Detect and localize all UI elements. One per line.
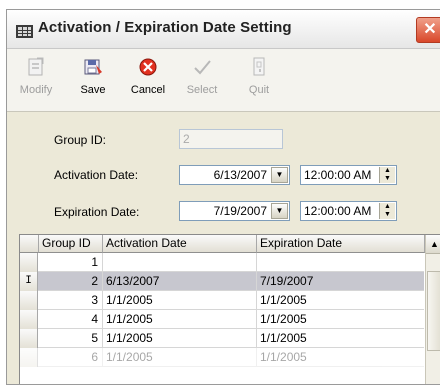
expiration-date-cell — [257, 253, 424, 271]
activation-date-cell: 1/1/2005 — [103, 291, 257, 309]
modify-label: Modify — [19, 84, 53, 96]
spin-up-icon[interactable]: ▲ — [380, 167, 395, 175]
window-title: Activation / Expiration Date Setting — [38, 19, 292, 36]
activation-time-field[interactable]: 12:00:00 AM ▲ ▼ — [300, 165, 397, 185]
spin-up-icon[interactable]: ▲ — [380, 203, 395, 211]
group-id-cell: 5 — [39, 329, 103, 347]
expiration-time-spinner[interactable]: ▲ ▼ — [379, 203, 395, 219]
group-id-field[interactable]: 2 — [179, 129, 283, 149]
vertical-scrollbar[interactable]: ▲ — [425, 235, 440, 384]
grid-corner — [20, 235, 39, 253]
expiration-time-value: 12:00:00 AM — [304, 204, 372, 218]
scroll-up-icon[interactable]: ▲ — [426, 235, 440, 254]
group-id-cell: 1 — [39, 253, 103, 271]
save-button[interactable]: Save — [70, 56, 116, 108]
row-header[interactable] — [20, 253, 38, 272]
table-row[interactable]: 5 1/1/2005 1/1/2005 — [20, 329, 424, 348]
expiration-date-cell: 7/19/2007 — [260, 274, 314, 288]
activation-date-cell: 1/1/2005 — [103, 329, 257, 347]
activation-date-label: Activation Date: — [54, 168, 139, 182]
group-id-cell: 4 — [39, 310, 103, 328]
expiration-date-cell: 1/1/2005 — [260, 293, 307, 307]
expiration-time-field[interactable]: 12:00:00 AM ▲ ▼ — [300, 201, 397, 221]
column-header-expiration-date[interactable]: Expiration Date — [257, 235, 425, 253]
table-row[interactable]: 1 — [20, 253, 424, 272]
modify-button[interactable]: Modify — [13, 56, 59, 108]
activation-date-cell — [103, 253, 257, 271]
expiration-date-value: 7/19/2007 — [213, 204, 267, 218]
activation-date-picker[interactable]: 6/13/2007 ▼ — [179, 165, 290, 185]
row-header[interactable] — [20, 291, 38, 310]
activation-time-value: 12:00:00 AM — [304, 168, 372, 182]
activation-date-value: 6/13/2007 — [213, 168, 267, 182]
group-id-cell: 6 — [39, 348, 103, 366]
row-header[interactable] — [20, 310, 38, 329]
quit-label: Quit — [248, 84, 270, 96]
column-header-activation-date[interactable]: Activation Date — [103, 235, 257, 253]
checkmark-icon — [194, 60, 211, 75]
expiration-date-cell: 1/1/2005 — [260, 331, 307, 345]
expiration-date-cell: 1/1/2005 — [260, 350, 307, 364]
row-header[interactable] — [20, 329, 38, 348]
column-header-group-id[interactable]: Group ID — [39, 235, 103, 253]
chevron-down-icon[interactable]: ▼ — [271, 167, 288, 183]
activation-time-spinner[interactable]: ▲ ▼ — [379, 167, 395, 183]
activation-date-cell: 1/1/2005 — [103, 310, 257, 328]
expiration-date-label: Expiration Date: — [54, 205, 140, 219]
expiration-date-picker[interactable]: 7/19/2007 ▼ — [179, 201, 290, 221]
spin-down-icon[interactable]: ▼ — [380, 211, 395, 219]
table-window-icon — [16, 25, 33, 38]
save-icon — [84, 59, 102, 75]
close-button[interactable]: ✕ — [416, 17, 440, 43]
group-id-label: Group ID: — [54, 133, 107, 147]
group-id-cell: 2 — [39, 272, 103, 290]
groups-grid[interactable]: Group ID Activation Date Expiration Date… — [19, 234, 440, 384]
activation-date-cell: 6/13/2007 — [103, 272, 257, 290]
spin-down-icon[interactable]: ▼ — [380, 175, 395, 183]
table-row[interactable]: 6 1/1/2005 1/1/2005 — [20, 348, 424, 367]
table-row[interactable]: 4 1/1/2005 1/1/2005 — [20, 310, 424, 329]
current-row-indicator[interactable]: I — [20, 272, 38, 291]
modify-icon — [28, 57, 44, 76]
activation-date-cell: 1/1/2005 — [103, 348, 257, 366]
quit-button[interactable]: Quit — [236, 56, 282, 108]
chevron-down-icon[interactable]: ▼ — [271, 203, 288, 219]
date-setting-form: Group ID: 2 Activation Date: 6/13/2007 ▼… — [7, 112, 440, 236]
cancel-icon — [139, 58, 157, 76]
toolbar: Modify Save Cancel Select Quit — [7, 49, 440, 112]
title-bar[interactable]: Activation / Expiration Date Setting ✕ — [7, 10, 440, 49]
cancel-label: Cancel — [130, 84, 166, 96]
cancel-button[interactable]: Cancel — [125, 56, 171, 108]
group-id-cell: 3 — [39, 291, 103, 309]
expiration-date-cell: 1/1/2005 — [260, 312, 307, 326]
exit-door-icon — [253, 57, 265, 76]
scroll-thumb[interactable] — [427, 271, 440, 351]
dialog-window: Activation / Expiration Date Setting ✕ M… — [6, 9, 440, 385]
table-row-selected[interactable]: I 2 6/13/2007 7/19/2007 — [20, 272, 424, 291]
save-label: Save — [80, 84, 106, 96]
select-button[interactable]: Select — [179, 56, 225, 108]
table-row[interactable]: 3 1/1/2005 1/1/2005 — [20, 291, 424, 310]
select-label: Select — [186, 84, 218, 96]
row-header[interactable] — [20, 348, 38, 367]
